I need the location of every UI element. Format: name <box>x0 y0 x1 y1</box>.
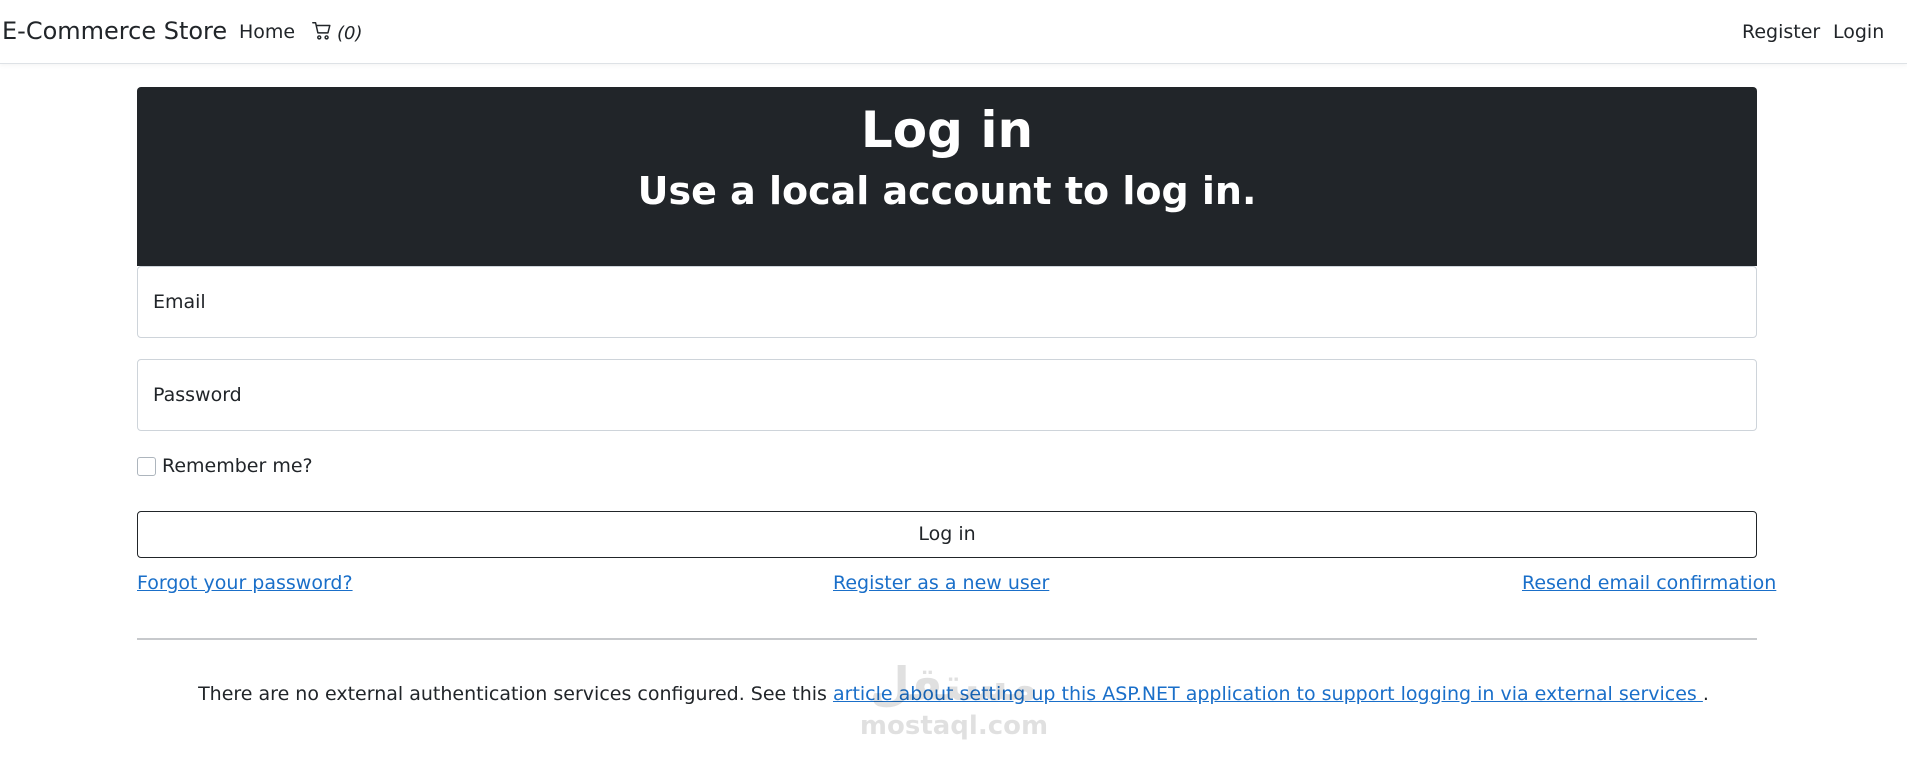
nav-register-link[interactable]: Register <box>1742 21 1820 43</box>
login-header: Log in Use a local account to log in. <box>137 87 1757 266</box>
resend-confirmation-link[interactable]: Resend email confirmation <box>1522 572 1776 594</box>
cart-icon <box>311 20 333 47</box>
password-input[interactable] <box>138 360 1756 430</box>
page-title: Log in <box>860 101 1034 159</box>
page-subtitle: Use a local account to log in. <box>637 169 1257 213</box>
email-field[interactable]: Email <box>137 266 1757 338</box>
external-auth-message: There are no external authentication ser… <box>0 683 1907 705</box>
email-input[interactable] <box>138 267 1756 337</box>
remember-me-label: Remember me? <box>162 455 313 477</box>
nav-login-link[interactable]: Login <box>1833 21 1884 43</box>
external-auth-text: There are no external authentication ser… <box>198 683 833 705</box>
top-navbar: E-Commerce Store Home (0) Register Login <box>0 0 1907 64</box>
external-auth-article-link[interactable]: article about setting up this ASP.NET ap… <box>833 683 1703 705</box>
remember-me-row[interactable]: Remember me? <box>137 455 313 477</box>
brand-link[interactable]: E-Commerce Store <box>2 17 227 45</box>
nav-home-link[interactable]: Home <box>239 21 295 43</box>
watermark-latin: mostaql.com <box>859 711 1049 741</box>
cart-link[interactable]: (0) <box>311 20 363 47</box>
watermark-logo: مستقل mostaql.com <box>852 658 1056 754</box>
password-field[interactable]: Password <box>137 359 1757 431</box>
login-button[interactable]: Log in <box>137 511 1757 558</box>
forgot-password-link[interactable]: Forgot your password? <box>137 572 353 594</box>
external-auth-suffix: . <box>1702 683 1709 705</box>
remember-me-checkbox[interactable] <box>137 456 156 476</box>
register-new-user-link[interactable]: Register as a new user <box>833 572 1049 594</box>
section-divider <box>137 638 1757 640</box>
cart-count: (0) <box>337 23 363 44</box>
